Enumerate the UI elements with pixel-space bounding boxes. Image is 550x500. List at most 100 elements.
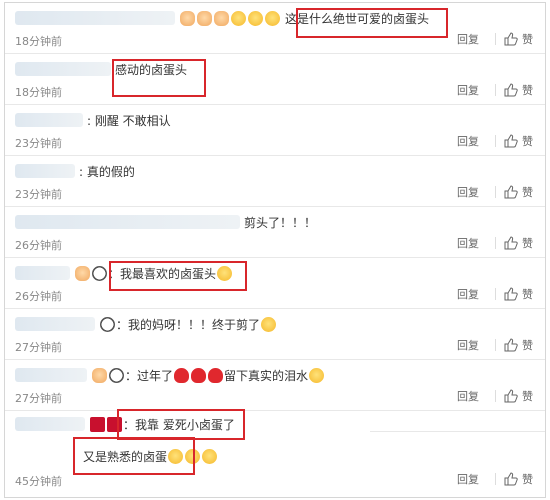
comment-text: : 刚醒 不敢相认 [87, 113, 171, 128]
worried-face-icon [185, 448, 201, 464]
comment-time: 26分钟前 [15, 290, 62, 303]
comment-item: ：过年了 留下真实的泪水 27分钟前 回复 赞 [5, 360, 545, 411]
comment-item: 又是熟悉的卤蛋 45分钟前 回复 赞 [5, 437, 545, 495]
comment-text: : 真的假的 [79, 164, 135, 179]
heart-icon [174, 367, 190, 383]
reply-button[interactable]: 回复 [457, 337, 479, 353]
comment-text: ：我靠 爱死小卤蛋了 [123, 417, 235, 432]
thumbs-up-icon [504, 389, 518, 403]
reply-button[interactable]: 回复 [457, 133, 479, 149]
comment-text: ：过年了 [125, 368, 174, 383]
badge-icon [75, 265, 90, 281]
comment-text: ：我的妈呀！！！终于剪了 [116, 317, 261, 332]
comment-item: 感动的卤蛋头 18分钟前 回复 赞 [5, 54, 545, 105]
heart-icon [191, 367, 207, 383]
panda-icon [109, 367, 124, 383]
like-button[interactable]: 赞 [504, 286, 533, 302]
like-button[interactable]: 赞 [504, 82, 533, 98]
divider [495, 339, 496, 351]
badge-icon [90, 416, 105, 432]
thumbs-up-icon [504, 134, 518, 148]
blurred-username [15, 11, 175, 25]
reply-button[interactable]: 回复 [457, 286, 479, 302]
like-button[interactable]: 赞 [504, 471, 533, 487]
comment-item: ： 我最喜欢的卤蛋头 26分钟前 回复 赞 [5, 258, 545, 309]
blurred-username [15, 417, 85, 431]
thumbs-up-icon [504, 32, 518, 46]
like-label: 赞 [522, 84, 533, 97]
reply-button[interactable]: 回复 [457, 31, 479, 47]
victory-hand-icon [214, 10, 229, 26]
badge-icon [107, 416, 122, 432]
comment-time: 45分钟前 [15, 475, 62, 488]
blurred-username [15, 266, 70, 280]
like-button[interactable]: 赞 [504, 184, 533, 200]
blurred-username [15, 368, 87, 382]
blurred-username [15, 317, 95, 331]
comment-item: 这是什么绝世可爱的卤蛋头 18分钟前 回复 赞 [5, 3, 545, 54]
heart-icon [208, 367, 224, 383]
comment-text: 剪头了！！！ [244, 215, 317, 230]
thumbs-up-icon [504, 472, 518, 486]
blurred-username [15, 164, 75, 178]
like-label: 赞 [522, 135, 533, 148]
crying-face-icon [248, 10, 263, 26]
bow-icon [92, 367, 107, 383]
reply-button[interactable]: 回复 [457, 388, 479, 404]
like-button[interactable]: 赞 [504, 31, 533, 47]
like-button[interactable]: 赞 [504, 133, 533, 149]
blurred-username [15, 62, 111, 76]
like-label: 赞 [522, 473, 533, 486]
like-label: 赞 [522, 288, 533, 301]
like-label: 赞 [522, 390, 533, 403]
divider [495, 473, 496, 485]
divider [495, 390, 496, 402]
comment-time: 26分钟前 [15, 239, 62, 252]
reply-button[interactable]: 回复 [457, 184, 479, 200]
comment-time: 18分钟前 [15, 86, 62, 99]
comment-item: : 刚醒 不敢相认 23分钟前 回复 赞 [5, 105, 545, 156]
comment-item: ：我靠 爱死小卤蛋了 [5, 409, 545, 440]
crying-face-icon [231, 10, 246, 26]
thumbs-up-icon [504, 287, 518, 301]
worried-face-icon [168, 448, 184, 464]
worried-face-icon [202, 448, 218, 464]
comment-list: 这是什么绝世可爱的卤蛋头 18分钟前 回复 赞 感动的卤蛋头 18分钟前 回复 … [4, 2, 546, 498]
victory-hand-icon [197, 10, 212, 26]
blurred-username [15, 215, 240, 229]
thumbs-up-icon [504, 236, 518, 250]
divider [370, 431, 545, 432]
comment-time: 23分钟前 [15, 188, 62, 201]
comment-text: 感动的卤蛋头 [115, 62, 188, 77]
panda-icon [100, 316, 115, 332]
comment-time: 23分钟前 [15, 137, 62, 150]
crying-face-icon [309, 367, 325, 383]
victory-hand-icon [180, 10, 195, 26]
reply-button[interactable]: 回复 [457, 235, 479, 251]
divider [495, 135, 496, 147]
thumbs-up-icon [504, 83, 518, 97]
panda-icon [92, 265, 107, 281]
comment-item: : 真的假的 23分钟前 回复 赞 [5, 156, 545, 207]
divider [495, 237, 496, 249]
like-button[interactable]: 赞 [504, 337, 533, 353]
comment-text-2: 留下真实的泪水 [224, 368, 309, 383]
comment-time: 18分钟前 [15, 35, 62, 48]
divider [495, 84, 496, 96]
comment-text: 又是熟悉的卤蛋 [83, 449, 168, 464]
thumbs-up-icon [504, 185, 518, 199]
blurred-username [15, 113, 83, 127]
like-button[interactable]: 赞 [504, 235, 533, 251]
comment-time: 27分钟前 [15, 341, 62, 354]
crying-face-icon [265, 10, 280, 26]
like-label: 赞 [522, 186, 533, 199]
thumbs-up-icon [504, 338, 518, 352]
like-button[interactable]: 赞 [504, 388, 533, 404]
like-label: 赞 [522, 237, 533, 250]
reply-button[interactable]: 回复 [457, 82, 479, 98]
comment-text: 这是什么绝世可爱的卤蛋头 [285, 11, 430, 26]
reply-button[interactable]: 回复 [457, 471, 479, 487]
crying-face-icon [217, 265, 233, 281]
divider [495, 33, 496, 45]
laughing-face-icon [261, 316, 277, 332]
